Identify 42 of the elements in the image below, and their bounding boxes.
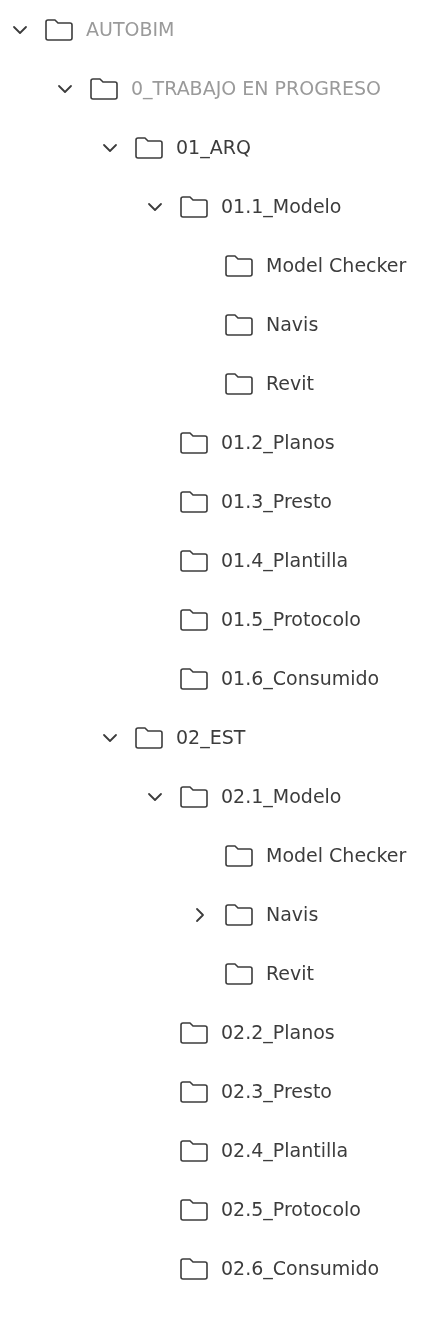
folder-icon (179, 1138, 209, 1163)
folder-label[interactable]: 02.1_Modelo (221, 782, 342, 811)
folder-icon (224, 253, 254, 278)
folder-label[interactable]: Model Checker (266, 251, 407, 280)
folder-label[interactable]: 01.6_Consumido (221, 664, 380, 693)
folder-icon (179, 1079, 209, 1104)
folder-icon (179, 784, 209, 809)
folder-icon (224, 902, 254, 927)
folder-icon (179, 666, 209, 691)
folder-icon (89, 76, 119, 101)
folder-label[interactable]: Navis (266, 900, 319, 929)
folder-icon (134, 725, 164, 750)
folder-icon (134, 135, 164, 160)
folder-label[interactable]: Navis (266, 310, 319, 339)
folder-label[interactable]: 01.5_Protocolo (221, 605, 361, 634)
folder-label[interactable]: 02.5_Protocolo (221, 1195, 361, 1224)
folder-label[interactable]: 01.2_Planos (221, 428, 335, 457)
folder-label[interactable]: Revit (266, 369, 314, 398)
folder-label[interactable]: 01.1_Modelo (221, 192, 342, 221)
folder-label[interactable]: 02_EST (176, 723, 246, 752)
folder-icon (224, 843, 254, 868)
folder-label[interactable]: 02.3_Presto (221, 1077, 332, 1106)
folder-label[interactable]: 02.6_Consumido (221, 1254, 380, 1283)
folder-label[interactable]: 02.4_Plantilla (221, 1136, 349, 1165)
folder-label[interactable]: 01.3_Presto (221, 487, 332, 516)
folder-label[interactable]: 01_ARQ (176, 133, 251, 162)
folder-icon (179, 607, 209, 632)
folder-label[interactable]: Model Checker (266, 841, 407, 870)
folder-icon (224, 312, 254, 337)
folder-icon (179, 1256, 209, 1281)
folder-icon (224, 961, 254, 986)
folder-label[interactable]: 01.4_Plantilla (221, 546, 349, 575)
folder-icon (224, 371, 254, 396)
folder-label[interactable]: 02.2_Planos (221, 1018, 335, 1047)
folder-icon (179, 1020, 209, 1045)
folder-icon (179, 489, 209, 514)
folder-icon (44, 17, 74, 42)
folder-icon (179, 430, 209, 455)
folder-icon (179, 548, 209, 573)
folder-icon (179, 194, 209, 219)
folder-icon (179, 1197, 209, 1222)
folder-label[interactable]: Revit (266, 959, 314, 988)
